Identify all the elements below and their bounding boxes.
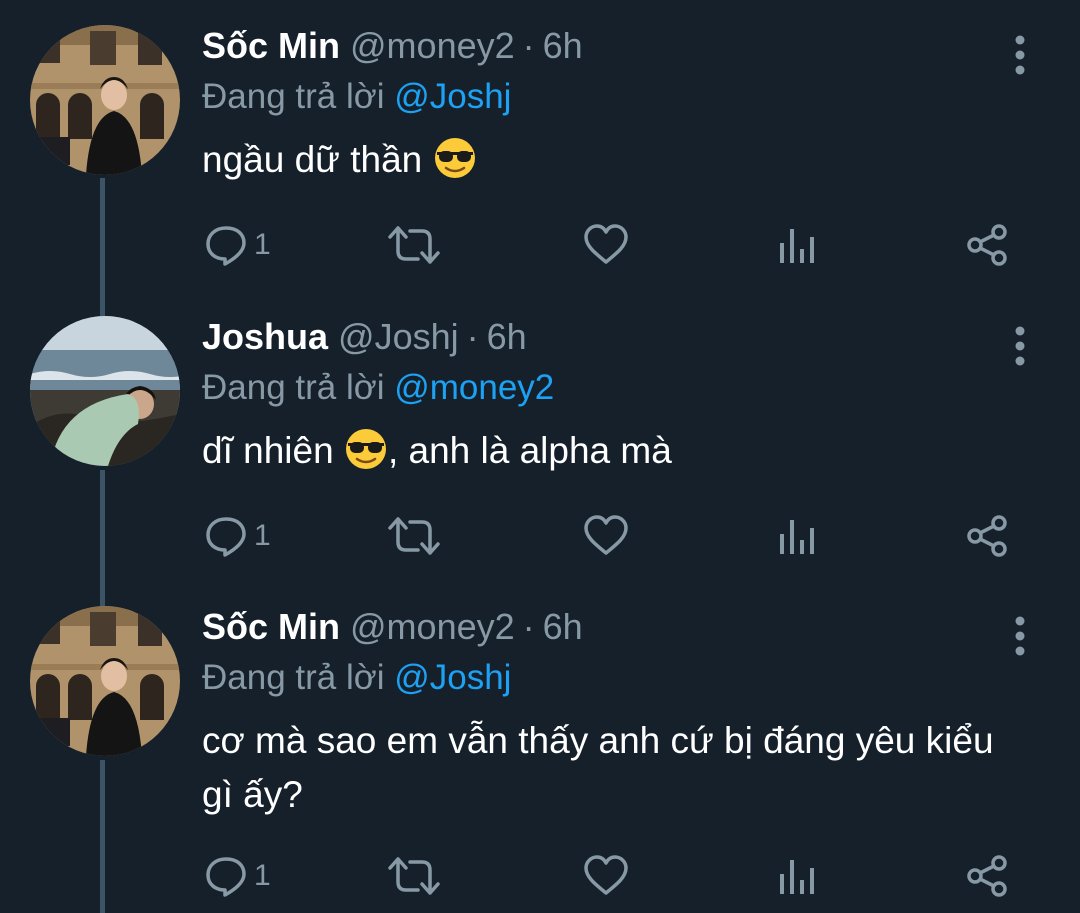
- tweet-actions: 1: [0, 506, 1080, 566]
- retweet-button[interactable]: [386, 215, 442, 275]
- reply-bubble-icon: [206, 517, 246, 557]
- user-handle[interactable]: @Joshj: [338, 316, 459, 358]
- bar-chart-icon: [780, 520, 814, 554]
- share-button[interactable]: [965, 215, 1009, 275]
- reply-mention-link[interactable]: @Joshj: [394, 658, 511, 697]
- reply-bubble-icon: [206, 226, 246, 266]
- retweet-button[interactable]: [386, 846, 442, 906]
- replying-to-line: Đang trả lời @Joshj: [202, 658, 511, 698]
- tweet-text: dĩ nhiên , anh là alpha mà: [202, 424, 1022, 478]
- separator-dot: ·: [522, 606, 535, 647]
- separator-dot: ·: [466, 316, 479, 357]
- more-vertical-icon: [1015, 326, 1025, 366]
- more-options-button[interactable]: [1005, 27, 1035, 97]
- man-in-front-of-building-avatar: [30, 606, 180, 756]
- analytics-button[interactable]: [778, 215, 818, 275]
- tweet-header: Joshua @Joshj · 6h: [202, 316, 527, 368]
- bar-chart-icon: [780, 229, 814, 263]
- share-button[interactable]: [965, 506, 1009, 566]
- reply-button[interactable]: 1: [204, 506, 271, 566]
- user-handle[interactable]: @money2: [350, 25, 515, 67]
- more-vertical-icon: [1015, 35, 1025, 75]
- display-name[interactable]: Sốc Min: [202, 606, 340, 648]
- user-avatar[interactable]: [30, 316, 180, 466]
- user-avatar[interactable]: [30, 606, 180, 756]
- reply-bubble-icon: [206, 857, 246, 897]
- tweet-header: Sốc Min @money2 · 6h: [202, 25, 583, 77]
- tweet[interactable]: Joshua @Joshj · 6h Đang trả lời @money2 …: [0, 316, 1080, 586]
- analytics-button[interactable]: [778, 846, 818, 906]
- retweet-icon: [388, 857, 440, 895]
- sunglasses-emoji-icon: [345, 429, 386, 469]
- tweet[interactable]: Sốc Min @money2 · 6h Đang trả lời @Joshj…: [0, 25, 1080, 295]
- tweet-actions: 1: [0, 215, 1080, 275]
- timestamp[interactable]: 6h: [543, 606, 583, 648]
- heart-icon: [584, 515, 628, 555]
- sunglasses-emoji-icon: [434, 138, 475, 178]
- reply-count: 1: [254, 228, 271, 261]
- reply-count: 1: [254, 519, 271, 552]
- tweet-text-content-after: , anh là alpha mà: [387, 430, 672, 471]
- display-name[interactable]: Sốc Min: [202, 25, 340, 67]
- share-icon: [967, 515, 1007, 557]
- replying-to-label: Đang trả lời: [202, 368, 385, 407]
- heart-icon: [584, 224, 628, 264]
- user-handle[interactable]: @money2: [350, 606, 515, 648]
- tweet-text-content: dĩ nhiên: [202, 430, 334, 471]
- user-avatar[interactable]: [30, 25, 180, 175]
- replying-to-line: Đang trả lời @money2: [202, 368, 554, 408]
- tweet-actions: 1: [0, 846, 1080, 906]
- tweet-text-content: ngầu dữ thần: [202, 139, 423, 180]
- timestamp[interactable]: 6h: [487, 316, 527, 358]
- more-options-button[interactable]: [1005, 608, 1035, 678]
- like-button[interactable]: [583, 215, 629, 275]
- replying-to-label: Đang trả lời: [202, 77, 385, 116]
- replying-to-line: Đang trả lời @Joshj: [202, 77, 511, 117]
- retweet-icon: [388, 517, 440, 555]
- like-button[interactable]: [583, 506, 629, 566]
- reply-button[interactable]: 1: [204, 846, 271, 906]
- timestamp[interactable]: 6h: [543, 25, 583, 67]
- analytics-button[interactable]: [778, 506, 818, 566]
- share-icon: [967, 855, 1007, 897]
- reply-mention-link[interactable]: @Joshj: [394, 77, 511, 116]
- separator-dot: ·: [522, 25, 535, 66]
- reply-mention-link[interactable]: @money2: [394, 368, 554, 407]
- like-button[interactable]: [583, 846, 629, 906]
- display-name[interactable]: Joshua: [202, 316, 328, 358]
- bar-chart-icon: [780, 860, 814, 894]
- share-button[interactable]: [965, 846, 1009, 906]
- more-vertical-icon: [1015, 616, 1025, 656]
- tweet-text: ngầu dữ thần: [202, 133, 1022, 187]
- replying-to-label: Đang trả lời: [202, 658, 385, 697]
- man-in-front-of-building-avatar: [30, 25, 180, 175]
- more-options-button[interactable]: [1005, 318, 1035, 388]
- tweet-header: Sốc Min @money2 · 6h: [202, 606, 583, 658]
- heart-icon: [584, 855, 628, 895]
- person-at-beach-avatar: [30, 316, 180, 466]
- share-icon: [967, 224, 1007, 266]
- tweet-text: cơ mà sao em vẫn thấy anh cứ bị đáng yêu…: [202, 714, 1022, 822]
- reply-thread: Sốc Min @money2 · 6h Đang trả lời @Joshj…: [0, 0, 1080, 913]
- tweet[interactable]: Sốc Min @money2 · 6h Đang trả lời @Joshj…: [0, 606, 1080, 913]
- tweet-text-content: cơ mà sao em vẫn thấy anh cứ bị đáng yêu…: [202, 720, 994, 815]
- reply-count: 1: [254, 859, 271, 892]
- reply-button[interactable]: 1: [204, 215, 271, 275]
- retweet-button[interactable]: [386, 506, 442, 566]
- retweet-icon: [388, 226, 440, 264]
